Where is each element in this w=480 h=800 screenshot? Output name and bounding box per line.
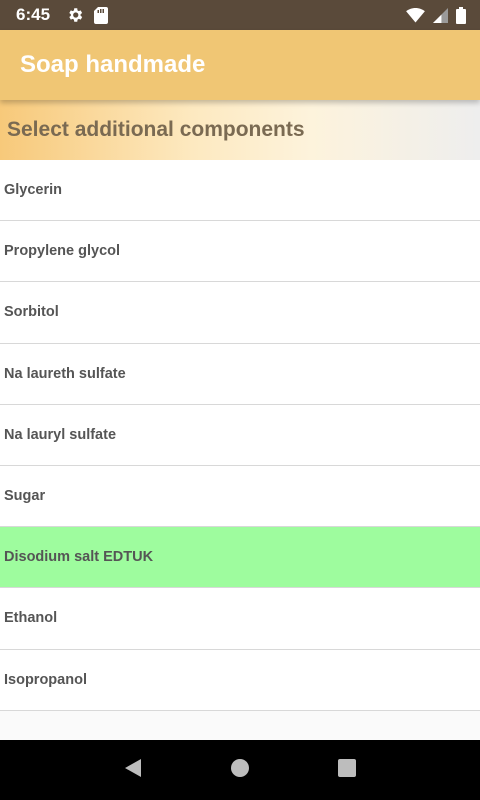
sd-card-icon — [94, 6, 109, 24]
status-bar: 6:45 — [0, 0, 480, 30]
system-nav-bar — [0, 740, 480, 800]
list-item-disodium-salt-edtuk[interactable]: Disodium salt EDTUK — [0, 527, 480, 589]
gear-icon — [66, 6, 84, 24]
section-header: Select additional components — [0, 100, 480, 160]
recents-button[interactable] — [327, 750, 367, 790]
list-item-isopropanol[interactable]: Isopropanol — [0, 649, 480, 711]
list-item-ethanol[interactable]: Ethanol — [0, 588, 480, 650]
list-item-label: Na lauryl sulfate — [4, 426, 117, 443]
app-bar: Soap handmade — [0, 30, 480, 100]
list-item-propylene-glycol[interactable]: Propylene glycol — [0, 221, 480, 283]
list-item-label: Disodium salt EDTUK — [4, 549, 154, 566]
recents-icon — [337, 758, 357, 783]
list-item-label: Sugar — [4, 488, 46, 505]
list-item-label: Isopropanol — [4, 671, 87, 688]
app-title: Soap handmade — [20, 51, 206, 78]
battery-icon — [456, 6, 466, 24]
home-icon — [230, 758, 250, 783]
back-button[interactable] — [113, 750, 153, 790]
list-item-na-lauryl-sulfate[interactable]: Na lauryl sulfate — [0, 404, 480, 466]
components-list[interactable]: Glycerin Propylene glycol Sorbitol Na la… — [0, 160, 480, 740]
home-button[interactable] — [220, 750, 260, 790]
cell-signal-icon — [433, 7, 448, 23]
list-item-glycerin[interactable]: Glycerin — [0, 160, 480, 222]
section-title: Select additional components — [7, 118, 305, 141]
status-left-icons — [66, 6, 109, 24]
list-item-na-laureth-sulfate[interactable]: Na laureth sulfate — [0, 343, 480, 405]
list-item-sorbitol[interactable]: Sorbitol — [0, 282, 480, 344]
list-item-label: Ethanol — [4, 610, 58, 627]
list-item-label: Na laureth sulfate — [4, 365, 126, 382]
list-item-label: Glycerin — [4, 182, 63, 199]
status-time: 6:45 — [16, 5, 51, 24]
list-item-label: Sorbitol — [4, 304, 59, 321]
back-icon — [123, 758, 143, 783]
list-item-label: Propylene glycol — [4, 243, 121, 260]
list-item-sugar[interactable]: Sugar — [0, 465, 480, 528]
status-right-icons — [406, 6, 466, 24]
wifi-icon — [406, 7, 425, 23]
